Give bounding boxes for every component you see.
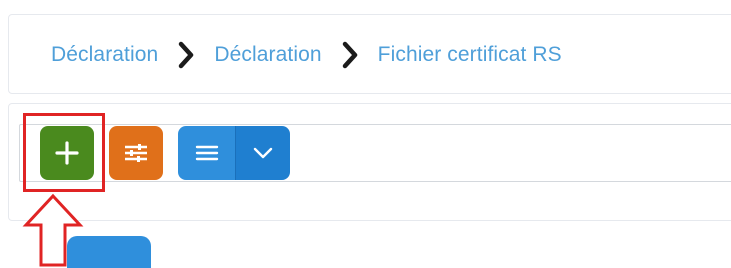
list-view-dropdown-button[interactable] <box>235 126 290 180</box>
breadcrumb-item-fichier-certificat-rs[interactable]: Fichier certificat RS <box>378 43 562 67</box>
chevron-down-icon <box>253 147 273 159</box>
breadcrumb-item-declaration[interactable]: Déclaration <box>51 43 158 67</box>
breadcrumb-item-declaration-2[interactable]: Déclaration <box>214 43 321 67</box>
sliders-icon <box>125 144 147 162</box>
list-view-split-button <box>178 126 290 180</box>
chevron-right-icon <box>158 40 214 70</box>
list-icon <box>195 145 218 161</box>
page: Déclaration Déclaration Fichier certific… <box>0 0 731 268</box>
breadcrumb: Déclaration Déclaration Fichier certific… <box>51 15 562 95</box>
breadcrumb-card: Déclaration Déclaration Fichier certific… <box>8 14 731 94</box>
annotation-highlight-box <box>23 113 105 192</box>
chevron-right-icon <box>322 40 378 70</box>
filter-button[interactable] <box>109 126 163 180</box>
list-view-button[interactable] <box>178 126 235 180</box>
partial-blue-button[interactable] <box>67 236 151 268</box>
